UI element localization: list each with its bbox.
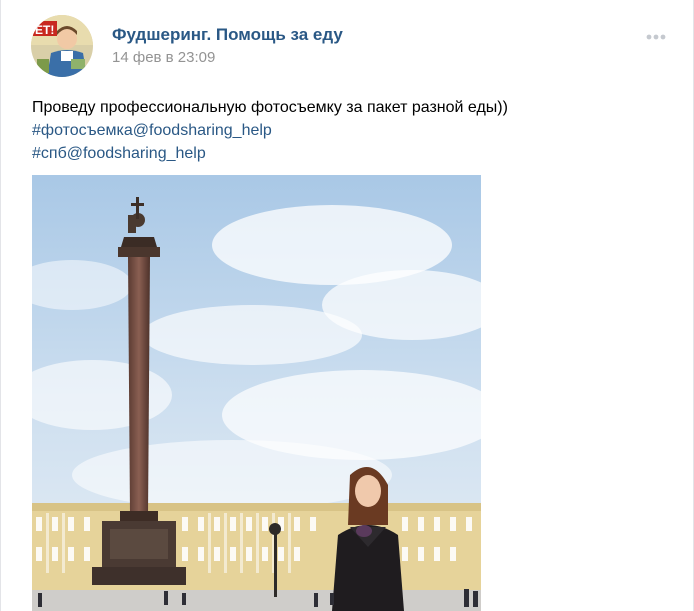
post-text-line: Проведу профессиональную фотосъемку за п… xyxy=(32,99,508,116)
more-dots-icon[interactable] xyxy=(641,26,671,46)
avatar-poster-text: ЕТ! xyxy=(35,23,54,37)
avatar-image: ЕТ! xyxy=(31,15,93,77)
wall-post: ЕТ! Фудшеринг. Помощь за еду 14 фев в 23… xyxy=(0,0,694,611)
post-photo[interactable] xyxy=(32,175,481,611)
author-name-link[interactable]: Фудшеринг. Помощь за еду xyxy=(112,25,343,45)
community-avatar[interactable]: ЕТ! xyxy=(31,15,93,77)
hashtag-link[interactable]: #спб@foodsharing_help xyxy=(32,142,672,165)
hashtag-link[interactable]: #фотосъемка@foodsharing_help xyxy=(32,119,672,142)
post-date-link[interactable]: 14 фев в 23:09 xyxy=(112,49,215,66)
photo-image xyxy=(32,175,481,611)
post-text: Проведу профессиональную фотосъемку за п… xyxy=(32,96,672,165)
